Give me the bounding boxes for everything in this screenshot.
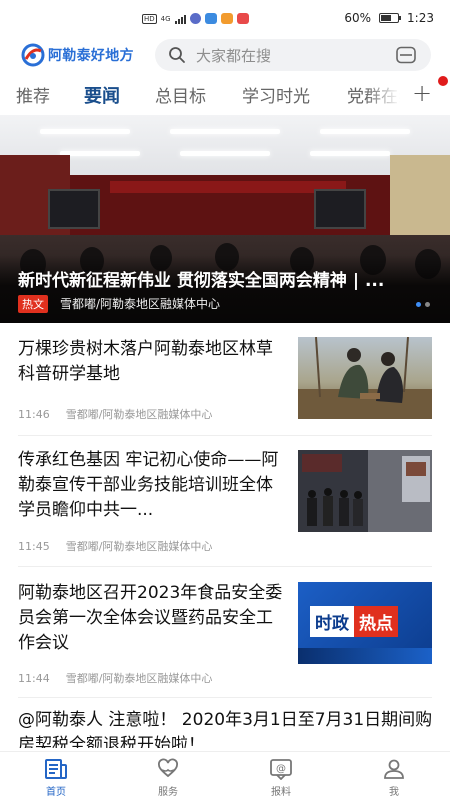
news-meta: 11:44 雪都嘟/阿勒泰地区融媒体中心 [18,670,212,686]
signal-icon [174,14,186,24]
news-thumbnail[interactable] [298,450,432,532]
thumb-text-hotspot: 热点 [354,606,398,637]
headline-banner[interactable]: 新时代新征程新伟业 贯彻落实全国两会精神 | ... 热文 雪都嘟/阿勒泰地区融… [0,115,450,323]
news-title[interactable]: @阿勒泰人 注意啦！ 2020年3月1日至7月31日期间购房契税全额退税开始啦！ [18,708,438,748]
carousel-dot[interactable] [425,302,430,307]
channel-tabs: 推荐 要闻 总目标 学习时光 党群在线 + [0,74,450,114]
app-name: 阿勒泰好地方 [48,48,134,64]
nav-label-report: 报料 [271,787,291,798]
politics-hotspot-banner: 时政 热点 [310,606,398,637]
clock: 1:23 [407,11,434,25]
ceiling-light [170,129,280,134]
app-header: 阿勒泰好地方 大家都在搜 [0,38,450,74]
tab-headlines[interactable]: 要闻 [84,82,120,108]
ceiling-light [320,129,410,134]
news-time: 11:46 [18,408,50,421]
battery-percent: 60% [344,11,372,25]
news-item[interactable]: 阿勒泰地区召开2023年食品安全委员会第一次全体会议暨药品安全工作会议 11:4… [0,567,450,697]
nav-home[interactable]: 首页 [26,758,86,798]
battery-icon [379,13,402,23]
banner-source: 雪都嘟/阿勒泰地区融媒体中心 [60,297,221,311]
tab-general-goal[interactable]: 总目标 [155,82,206,107]
status-right: 60% 1:23 [344,11,434,25]
nav-label-home: 首页 [46,787,66,798]
nav-report[interactable]: @ 报料 [251,758,311,798]
tab-study-time[interactable]: 学习时光 [242,82,310,107]
photo-app-icon [220,13,233,24]
nav-label-me: 我 [389,787,399,798]
news-title[interactable]: 传承红色基因 牢记初心使命——阿勒泰宣传干部业务技能培训班全体学员瞻仰中共一..… [18,448,284,523]
news-title[interactable]: 万棵珍贵树木落户阿勒泰地区林草科普研学基地 [18,337,284,387]
signal-label: 4G [160,14,171,23]
app-logo[interactable]: 阿勒泰好地方 [20,42,134,68]
tabs-fade [365,74,415,114]
nav-label-service: 服务 [158,787,178,798]
carousel-dots [416,302,430,307]
banner-photo-screen [314,189,366,229]
divider [18,697,432,698]
at-message-icon: @ [270,759,292,780]
ceiling-light [180,151,270,156]
news-thumbnail[interactable] [298,337,432,419]
news-title[interactable]: 阿勒泰地区召开2023年食品安全委员会第一次全体会议暨药品安全工作会议 [18,581,284,656]
news-time: 11:45 [18,540,50,553]
news-source: 雪都嘟/阿勒泰地区融媒体中心 [65,672,213,685]
thumb-stripe [298,648,432,664]
person-icon [384,759,404,779]
hot-badge: 热文 [18,295,48,313]
news-meta: 11:46 雪都嘟/阿勒泰地区融媒体中心 [18,406,212,422]
heart-hands-icon [158,758,178,778]
ceiling-light [40,129,130,134]
search-icon [169,47,185,63]
status-bar: HD 4G 60% 1:23 [0,0,450,38]
news-source: 雪都嘟/阿勒泰地区融媒体中心 [65,408,213,421]
logo-icon [21,43,45,67]
search-bar[interactable]: 大家都在搜 [155,39,431,71]
nav-me[interactable]: 我 [364,758,424,798]
scan-icon[interactable] [395,46,417,64]
cloud-app-icon [204,13,217,24]
battery-fill [381,15,391,21]
tab-recommend[interactable]: 推荐 [16,82,50,107]
ceiling-light [60,151,140,156]
news-item[interactable]: 万棵珍贵树木落户阿勒泰地区林草科普研学基地 11:46 雪都嘟/阿勒泰地区融媒体中… [0,323,450,435]
bottom-nav: 首页 服务 @ 报料 我 [0,751,450,800]
home-news-icon [45,759,67,779]
news-time: 11:44 [18,672,50,685]
status-icons: HD 4G [142,13,249,24]
notification-dot [438,76,448,86]
shop-app-icon [236,13,249,24]
banner-title[interactable]: 新时代新征程新伟业 贯彻落实全国两会精神 | ... [18,266,428,291]
news-thumbnail[interactable]: 时政 热点 [298,582,432,664]
news-item[interactable]: 传承红色基因 牢记初心使命——阿勒泰宣传干部业务技能培训班全体学员瞻仰中共一..… [0,436,450,566]
ceiling-light [310,151,390,156]
network-label: HD [142,13,157,24]
news-meta: 11:45 雪都嘟/阿勒泰地区融媒体中心 [18,538,212,554]
message-app-icon [189,13,201,24]
carousel-dot-active[interactable] [416,302,421,307]
nav-service[interactable]: 服务 [138,758,198,798]
thumb-text-politics: 时政 [310,606,354,637]
search-placeholder: 大家都在搜 [196,46,272,65]
banner-photo-screen [48,189,100,229]
banner-photo-sign [110,181,346,193]
exhibition-hall-photo [298,450,432,532]
tree-planting-photo [298,337,432,419]
svg-text:@: @ [276,764,286,775]
add-channel-button[interactable]: + [412,81,432,105]
news-source: 雪都嘟/阿勒泰地区融媒体中心 [65,540,213,553]
